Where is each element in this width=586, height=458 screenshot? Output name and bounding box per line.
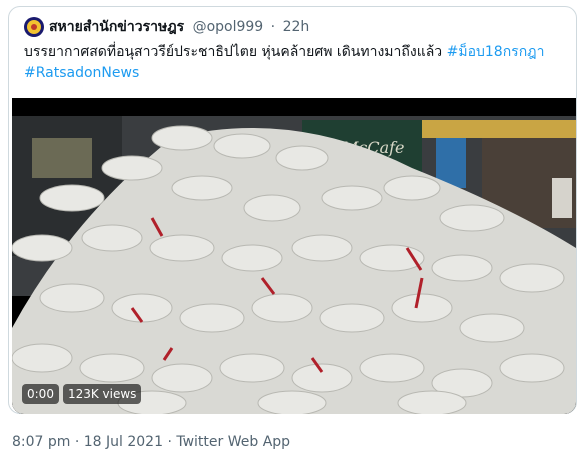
video-player[interactable]: McCafe (12, 98, 576, 414)
relative-time[interactable]: 22h (283, 19, 310, 35)
video-views: 123K views (62, 384, 142, 404)
separator-dot: · (270, 19, 276, 35)
hashtag-link-ratsadonnews[interactable]: #RatsadonNews (24, 65, 139, 81)
tweet-text: บรรยากาศสดที่อนุสาวรีย์ประชาธิปไตย หุ่นค… (24, 42, 564, 84)
video-meta: 0:00 123K views (22, 384, 142, 404)
tweet-body-text: บรรยากาศสดที่อนุสาวรีย์ประชาธิปไตย หุ่นค… (24, 44, 447, 60)
author-handle[interactable]: @opol999 (193, 19, 264, 35)
tweet-timestamp[interactable]: 8:07 pm · 18 Jul 2021 · Twitter Web App (12, 434, 290, 450)
video-frame: McCafe (12, 98, 576, 414)
hashtag-link-mob[interactable]: #ม็อบ18กรกฎา (447, 44, 545, 60)
author-avatar[interactable] (24, 17, 44, 37)
author-name[interactable]: สหายสำนักข่าวราษฎร (49, 19, 184, 35)
tweet-header: สหายสำนักข่าวราษฎร @opol999 · 22h (49, 17, 309, 37)
tweet-footer[interactable]: 8:07 pm · 18 Jul 2021 · Twitter Web App (12, 432, 290, 452)
video-duration: 0:00 (22, 384, 59, 404)
